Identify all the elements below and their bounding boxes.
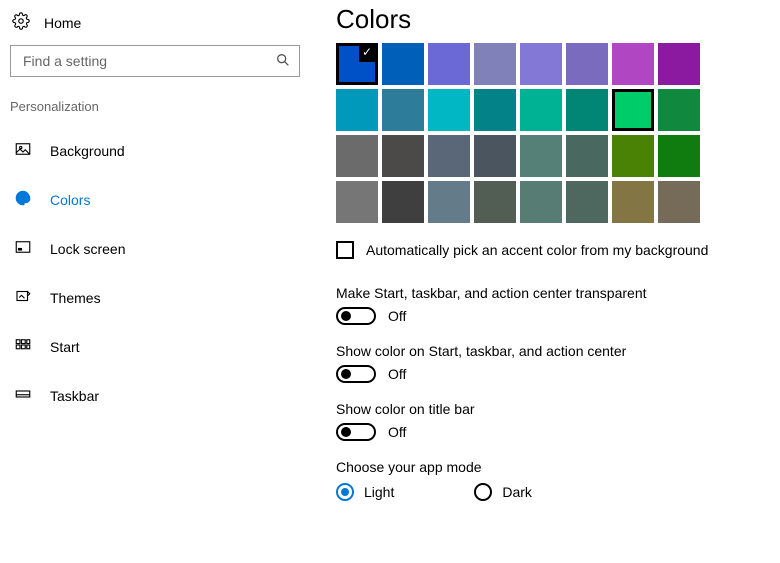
check-icon: ✓ bbox=[359, 44, 375, 60]
color-swatch[interactable] bbox=[428, 181, 470, 223]
toggle-value: Off bbox=[388, 366, 406, 382]
color-swatch[interactable] bbox=[336, 89, 378, 131]
color-swatch[interactable] bbox=[612, 181, 654, 223]
radio-icon bbox=[474, 483, 492, 501]
color-swatch[interactable] bbox=[474, 181, 516, 223]
toggle-transparency[interactable] bbox=[336, 307, 376, 325]
color-swatch[interactable] bbox=[474, 89, 516, 131]
color-swatch[interactable] bbox=[520, 181, 562, 223]
sidebar-item-themes[interactable]: Themes bbox=[0, 273, 310, 322]
setting-transparency: Make Start, taskbar, and action center t… bbox=[336, 285, 750, 325]
sidebar-item-label: Background bbox=[50, 143, 125, 159]
sidebar-item-lockscreen[interactable]: Lock screen bbox=[0, 224, 310, 273]
color-swatch[interactable] bbox=[382, 89, 424, 131]
palette-icon bbox=[14, 189, 32, 210]
sidebar-item-start[interactable]: Start bbox=[0, 322, 310, 371]
color-swatch[interactable] bbox=[336, 135, 378, 177]
sidebar-item-label: Themes bbox=[50, 290, 101, 306]
color-swatch[interactable]: ✓ bbox=[336, 43, 378, 85]
auto-pick-label: Automatically pick an accent color from … bbox=[366, 242, 708, 258]
sidebar-item-label: Colors bbox=[50, 192, 90, 208]
color-swatch[interactable] bbox=[658, 135, 700, 177]
setting-label: Show color on Start, taskbar, and action… bbox=[336, 343, 750, 359]
setting-label: Choose your app mode bbox=[336, 459, 750, 475]
color-swatch[interactable] bbox=[382, 181, 424, 223]
color-swatch[interactable] bbox=[612, 43, 654, 85]
home-label: Home bbox=[44, 15, 81, 31]
toggle-show-color-start[interactable] bbox=[336, 365, 376, 383]
sidebar-item-label: Start bbox=[50, 339, 80, 355]
color-swatch[interactable] bbox=[658, 89, 700, 131]
color-swatch[interactable] bbox=[520, 89, 562, 131]
main-panel: Colors ✓ Automatically pick an accent co… bbox=[310, 0, 780, 519]
home-link[interactable]: Home bbox=[0, 8, 310, 45]
picture-icon bbox=[14, 140, 32, 161]
setting-label: Show color on title bar bbox=[336, 401, 750, 417]
checkbox-icon bbox=[336, 241, 354, 259]
search-icon bbox=[275, 52, 291, 71]
sidebar-item-label: Taskbar bbox=[50, 388, 99, 404]
search-input[interactable] bbox=[21, 52, 275, 70]
color-swatch[interactable] bbox=[566, 181, 608, 223]
search-box[interactable] bbox=[10, 45, 300, 77]
color-swatch[interactable] bbox=[566, 135, 608, 177]
sidebar-item-taskbar[interactable]: Taskbar bbox=[0, 371, 310, 420]
color-swatch[interactable] bbox=[382, 43, 424, 85]
color-swatch[interactable] bbox=[428, 43, 470, 85]
color-swatch[interactable] bbox=[382, 135, 424, 177]
color-swatch[interactable] bbox=[566, 43, 608, 85]
color-swatch[interactable] bbox=[474, 135, 516, 177]
color-swatch[interactable] bbox=[520, 43, 562, 85]
color-swatch[interactable] bbox=[474, 43, 516, 85]
color-swatch-grid: ✓ bbox=[336, 43, 750, 223]
radio-label: Light bbox=[364, 484, 394, 500]
radio-dark[interactable]: Dark bbox=[474, 483, 532, 501]
color-swatch[interactable] bbox=[658, 43, 700, 85]
page-title: Colors bbox=[336, 4, 750, 35]
group-title: Personalization bbox=[0, 99, 310, 126]
sidebar-item-label: Lock screen bbox=[50, 241, 125, 257]
radio-icon bbox=[336, 483, 354, 501]
sidebar: Home Personalization Background Colors L… bbox=[0, 0, 310, 519]
taskbar-icon bbox=[14, 385, 32, 406]
toggle-show-color-titlebar[interactable] bbox=[336, 423, 376, 441]
color-swatch[interactable] bbox=[428, 89, 470, 131]
radio-light[interactable]: Light bbox=[336, 483, 394, 501]
gear-icon bbox=[12, 12, 30, 33]
toggle-value: Off bbox=[388, 308, 406, 324]
sidebar-item-colors[interactable]: Colors bbox=[0, 175, 310, 224]
lockscreen-icon bbox=[14, 238, 32, 259]
themes-icon bbox=[14, 287, 32, 308]
color-swatch[interactable] bbox=[658, 181, 700, 223]
start-icon bbox=[14, 336, 32, 357]
radio-label: Dark bbox=[502, 484, 532, 500]
setting-show-color-start: Show color on Start, taskbar, and action… bbox=[336, 343, 750, 383]
setting-label: Make Start, taskbar, and action center t… bbox=[336, 285, 750, 301]
color-swatch[interactable] bbox=[336, 181, 378, 223]
color-swatch[interactable] bbox=[612, 135, 654, 177]
color-swatch[interactable] bbox=[520, 135, 562, 177]
sidebar-item-background[interactable]: Background bbox=[0, 126, 310, 175]
setting-show-color-titlebar: Show color on title bar Off bbox=[336, 401, 750, 441]
color-swatch[interactable] bbox=[428, 135, 470, 177]
color-swatch[interactable] bbox=[612, 89, 654, 131]
auto-pick-checkbox[interactable]: Automatically pick an accent color from … bbox=[336, 241, 750, 259]
color-swatch[interactable] bbox=[566, 89, 608, 131]
toggle-value: Off bbox=[388, 424, 406, 440]
setting-app-mode: Choose your app mode Light Dark bbox=[336, 459, 750, 501]
